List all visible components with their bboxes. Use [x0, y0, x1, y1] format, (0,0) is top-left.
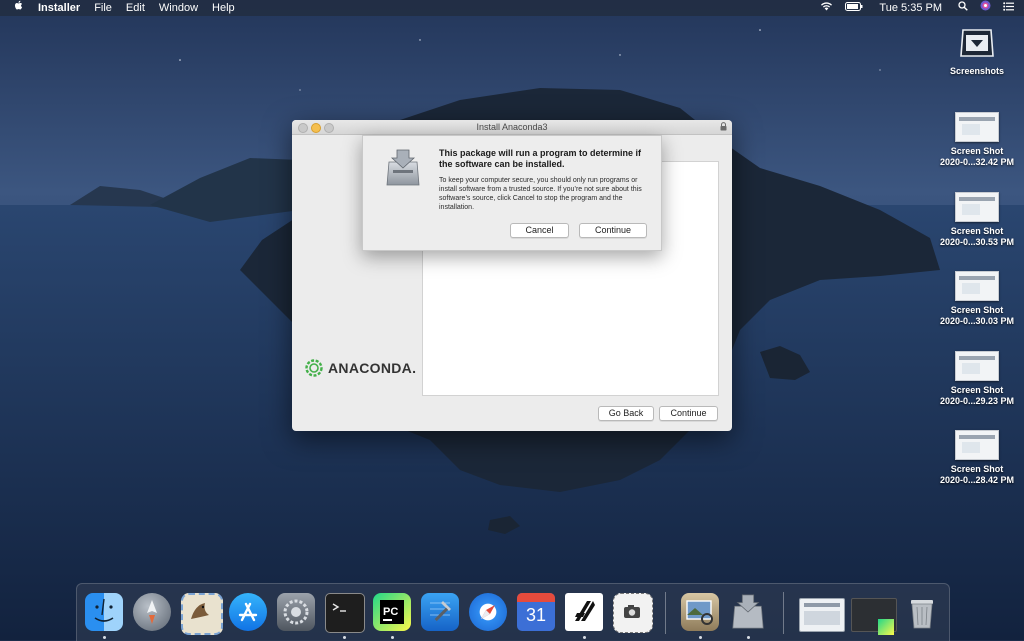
- running-indicator: [391, 636, 394, 639]
- desktop-item-sublabel: 2020-0...30.53 PM: [939, 237, 1015, 247]
- preview-icon[interactable]: [681, 593, 719, 631]
- notification-center-icon[interactable]: [997, 0, 1024, 16]
- running-indicator: [699, 636, 702, 639]
- desktop-item-screen-shot[interactable]: Screen Shot 2020-0...32.42 PM: [932, 112, 1022, 168]
- screenshot-thumbnail-icon: [955, 430, 999, 460]
- siri-icon[interactable]: [974, 0, 997, 16]
- desktop-item-sublabel: 2020-0...32.42 PM: [939, 157, 1015, 167]
- menubar-clock[interactable]: Tue 5:35 PM: [869, 0, 952, 16]
- desktop-item-label: Screen Shot: [950, 464, 1004, 474]
- installer-icon[interactable]: [729, 593, 767, 631]
- screenshot-thumbnail-icon: [955, 192, 999, 222]
- screenshot-thumbnail-icon: [955, 112, 999, 142]
- anaconda-logo: ANACONDA.: [304, 358, 416, 378]
- window-title: Install Anaconda3: [476, 122, 548, 132]
- running-indicator: [583, 636, 586, 639]
- installer-package-icon: [383, 148, 423, 193]
- pycharm-icon[interactable]: PC: [373, 593, 411, 631]
- security-alert-dialog: This package will run a program to deter…: [362, 135, 662, 251]
- alert-continue-button[interactable]: Continue: [579, 223, 647, 238]
- calendar-day: 31: [525, 605, 547, 625]
- safari-icon[interactable]: [469, 593, 507, 631]
- alert-title: This package will run a program to deter…: [439, 148, 642, 169]
- spotlight-icon[interactable]: [952, 0, 974, 16]
- running-indicator: [103, 636, 106, 639]
- desktop-item-sublabel: 2020-0...28.42 PM: [939, 475, 1015, 485]
- calendar-icon[interactable]: 31: [517, 593, 555, 631]
- desktop-item-label: Screen Shot: [950, 305, 1004, 315]
- trash-icon[interactable]: [903, 593, 941, 631]
- continue-button[interactable]: Continue: [659, 406, 718, 421]
- running-indicator: [343, 636, 346, 639]
- window-thumbnail[interactable]: [851, 598, 897, 635]
- launchpad-icon[interactable]: [133, 593, 171, 631]
- menu-app-name[interactable]: Installer: [31, 0, 87, 16]
- app-store-icon[interactable]: [229, 593, 267, 631]
- desktop-item-label: Screen Shot: [950, 385, 1004, 395]
- desktop-item-sublabel: 2020-0...29.23 PM: [939, 396, 1015, 406]
- terminal-icon[interactable]: [325, 593, 365, 633]
- menu-file[interactable]: File: [87, 0, 119, 16]
- code-app-icon[interactable]: [565, 593, 603, 631]
- running-indicator: [747, 636, 750, 639]
- wifi-icon[interactable]: [814, 0, 839, 16]
- desktop-item-screenshots-folder[interactable]: Screenshots: [932, 26, 1022, 77]
- lock-icon: [720, 122, 727, 131]
- anaconda-wordmark-suffix: .: [412, 360, 417, 376]
- finder-icon[interactable]: [85, 593, 123, 631]
- dock: PC 31: [76, 583, 950, 641]
- desktop-item-label: Screenshots: [949, 66, 1005, 76]
- desktop-item-screen-shot[interactable]: Screen Shot 2020-0...30.53 PM: [932, 192, 1022, 248]
- desktop-item-label: Screen Shot: [950, 146, 1004, 156]
- desktop-item-screen-shot[interactable]: Screen Shot 2020-0...29.23 PM: [932, 351, 1022, 407]
- alert-message: To keep your computer secure, you should…: [439, 177, 642, 211]
- menu-bar: Installer File Edit Window Help Tue 5:35…: [0, 0, 1024, 16]
- window-titlebar[interactable]: Install Anaconda3: [292, 120, 732, 135]
- anaconda-wordmark: ANACONDA: [328, 360, 413, 376]
- alert-cancel-button[interactable]: Cancel: [510, 223, 569, 238]
- anaconda-ring-icon: [305, 359, 323, 377]
- menu-window[interactable]: Window: [152, 0, 205, 16]
- desktop-item-screen-shot[interactable]: Screen Shot 2020-0...28.42 PM: [932, 430, 1022, 486]
- apple-menu-icon[interactable]: [0, 0, 31, 16]
- screenshot-app-icon[interactable]: [613, 593, 653, 633]
- menu-help[interactable]: Help: [205, 0, 242, 16]
- svg-text:PC: PC: [383, 606, 398, 618]
- go-back-button[interactable]: Go Back: [598, 406, 654, 421]
- menu-edit[interactable]: Edit: [119, 0, 152, 16]
- window-thumbnail[interactable]: [799, 598, 845, 632]
- desktop-item-label: Screen Shot: [950, 226, 1004, 236]
- system-preferences-icon[interactable]: [277, 593, 315, 631]
- xcode-icon[interactable]: [421, 593, 459, 631]
- folder-icon: [957, 26, 997, 60]
- dock-separator: [665, 592, 666, 634]
- mail-icon[interactable]: [181, 593, 223, 635]
- screenshot-thumbnail-icon: [955, 351, 999, 381]
- dock-separator: [783, 592, 784, 634]
- desktop-item-sublabel: 2020-0...30.03 PM: [939, 316, 1015, 326]
- battery-icon[interactable]: [839, 0, 869, 16]
- screenshot-thumbnail-icon: [955, 271, 999, 301]
- desktop-item-screen-shot[interactable]: Screen Shot 2020-0...30.03 PM: [932, 271, 1022, 327]
